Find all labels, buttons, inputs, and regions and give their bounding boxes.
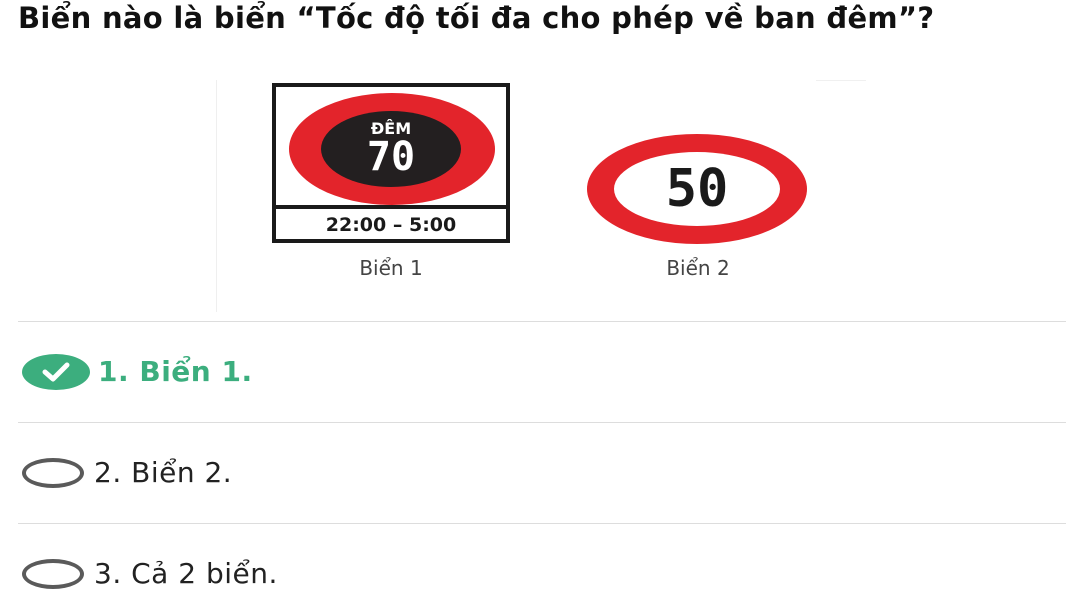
answer-option-2[interactable]: 2. Biển 2.: [22, 451, 232, 495]
answer-label: 3. Cả 2 biển.: [94, 557, 278, 590]
answer-label: 1. Biển 1.: [98, 355, 253, 388]
night-speed-limit-sign: ĐÊM 70 22:00 – 5:00: [272, 83, 510, 243]
figure-edge: [216, 80, 217, 312]
answer-option-1[interactable]: 1. Biển 1.: [22, 350, 253, 394]
sign-speed-number: 70: [366, 134, 416, 180]
divider: [18, 523, 1066, 524]
speed-limit-sign: 50: [587, 134, 807, 244]
sign-caption-2: Biển 2: [666, 256, 730, 280]
radio-empty-icon: [22, 458, 84, 488]
figure-edge: [816, 80, 866, 81]
question-title: Biển nào là biển “Tốc độ tối đa cho phép…: [18, 1, 935, 35]
question-figure: ĐÊM 70 22:00 – 5:00 Biển 1 50 Biển 2: [216, 80, 866, 312]
sign-white-center: 50: [614, 152, 780, 226]
answer-option-3[interactable]: 3. Cả 2 biển.: [22, 552, 278, 596]
sign-divider: [276, 205, 506, 209]
sign-black-disc: ĐÊM 70: [321, 111, 461, 187]
radio-empty-icon: [22, 559, 84, 589]
divider: [18, 422, 1066, 423]
answer-label: 2. Biển 2.: [94, 456, 233, 489]
sign-red-ring: ĐÊM 70: [289, 93, 495, 205]
sign-speed-number: 50: [665, 159, 729, 219]
check-circle-icon: [22, 354, 90, 390]
divider: [18, 321, 1066, 322]
sign-upper-panel: ĐÊM 70: [276, 87, 506, 205]
sign-time-range: 22:00 – 5:00: [325, 214, 457, 236]
sign-caption-1: Biển 1: [359, 256, 423, 280]
